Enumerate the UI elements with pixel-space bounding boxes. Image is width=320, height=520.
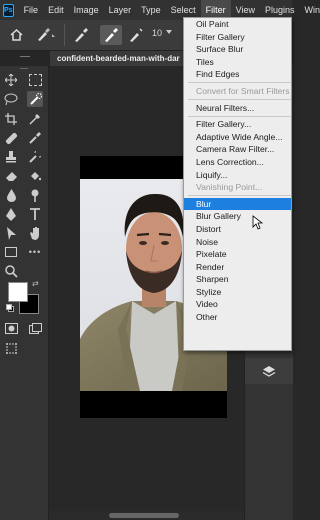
filter-menu-item-convert-for-smart-filters: Convert for Smart Filters — [196, 85, 290, 96]
filter-menu-item-adaptive-wide-angle[interactable]: Adaptive Wide Angle... — [184, 131, 291, 144]
collapse-icon[interactable] — [20, 56, 30, 57]
filter-menu-item-vanishing-point: Vanishing Point... — [196, 182, 263, 193]
paint-bucket-tool-icon[interactable] — [27, 168, 43, 184]
more-tools-icon[interactable]: ••• — [27, 244, 43, 260]
type-tool-icon[interactable] — [27, 206, 43, 222]
filter-menu-item-lens-correction[interactable]: Lens Correction... — [184, 156, 291, 169]
path-selection-tool-icon[interactable] — [3, 225, 19, 241]
foreground-color-swatch[interactable] — [8, 282, 28, 302]
filter-menu-item-distort[interactable]: Distort — [184, 223, 291, 236]
hand-tool-icon[interactable] — [27, 225, 43, 241]
menu-separator — [188, 99, 291, 101]
pen-tool-icon[interactable] — [3, 206, 19, 222]
tools-panel: ••• ⇄ — [0, 66, 49, 520]
default-colors-icon[interactable] — [6, 304, 14, 312]
mouse-cursor-icon — [252, 215, 263, 230]
chevron-down-icon[interactable] — [166, 30, 172, 34]
filter-menu-item-camera-raw-filter[interactable]: Camera Raw Filter... — [184, 143, 291, 156]
panel-grip-icon — [20, 68, 28, 69]
filter-menu-item-oil-paint[interactable]: Oil Paint — [184, 18, 291, 31]
filter-menu-item-surface-blur[interactable]: Surface Blur — [184, 43, 291, 56]
screen-mode-icon[interactable] — [27, 320, 43, 336]
menu-separator — [188, 115, 291, 117]
filter-menu-item-neural-filters[interactable]: Neural Filters... — [184, 102, 291, 115]
marquee-tool-icon[interactable] — [27, 72, 43, 88]
filter-menu-item-tiles[interactable]: Tiles — [184, 56, 291, 69]
filter-menu-item-blur[interactable]: Blur — [184, 197, 291, 211]
filter-menu-item-liquify[interactable]: Liquify... — [184, 169, 291, 182]
brush-preset-icon[interactable] — [35, 25, 59, 45]
brush-size-value[interactable]: 10 — [150, 23, 164, 43]
brush-tool-icon[interactable] — [27, 130, 43, 146]
filter-menu-item-other[interactable]: Other — [184, 311, 291, 324]
move-tool-icon[interactable] — [3, 72, 19, 88]
menu-separator — [188, 82, 291, 84]
brush-mode-icon[interactable] — [72, 25, 90, 45]
frame-tool-icon[interactable] — [3, 340, 19, 356]
filter-menu-item-filter-gallery[interactable]: Filter Gallery... — [184, 118, 291, 131]
filter-menu-dropdown: Oil Paint Filter Gallery Surface Blur Tiles… — [183, 17, 292, 351]
crop-tool-icon[interactable] — [3, 111, 19, 127]
menu-win[interactable]: Win — [300, 0, 320, 20]
filter-menu-item-blur-gallery[interactable]: Blur Gallery — [184, 210, 291, 223]
clone-stamp-tool-icon[interactable] — [3, 149, 19, 165]
horizontal-scrollbar[interactable] — [49, 511, 244, 520]
eyedropper-tool-icon[interactable] — [27, 111, 43, 127]
filter-menu-item-render[interactable]: Render — [184, 261, 291, 274]
filter-menu-item-find-edges[interactable]: Find Edges — [184, 68, 291, 81]
eraser-tool-icon[interactable] — [3, 168, 19, 184]
layers-panel-icon[interactable] — [245, 358, 293, 384]
filter-menu-item-pixelate[interactable]: Pixelate — [184, 248, 291, 261]
zoom-tool-icon[interactable] — [3, 263, 19, 279]
swap-colors-icon[interactable]: ⇄ — [32, 279, 39, 288]
dodge-tool-icon[interactable] — [27, 187, 43, 203]
menu-image[interactable]: Image — [69, 0, 104, 20]
brush-tool-mode-icon[interactable] — [100, 25, 122, 45]
quick-mask-icon[interactable] — [3, 320, 19, 336]
blur-tool-icon[interactable] — [3, 187, 19, 203]
menu-layer[interactable]: Layer — [104, 0, 137, 20]
menu-separator — [188, 195, 291, 197]
document-tab[interactable]: confident-bearded-man-with-dar — [50, 51, 190, 66]
photoshop-logo: Ps — [3, 3, 14, 17]
home-icon[interactable] — [6, 25, 26, 45]
eraser-mode-icon[interactable] — [125, 25, 147, 45]
filter-menu-item-video[interactable]: Video — [184, 298, 291, 311]
menu-type[interactable]: Type — [136, 0, 166, 20]
menu-file[interactable]: File — [19, 0, 44, 20]
spot-healing-tool-icon[interactable] — [3, 130, 19, 146]
quick-selection-tool-icon[interactable] — [27, 91, 43, 107]
filter-menu-item-filter-gallery[interactable]: Filter Gallery — [184, 31, 291, 44]
history-brush-tool-icon[interactable] — [27, 149, 43, 165]
menu-edit[interactable]: Edit — [43, 0, 69, 20]
lasso-tool-icon[interactable] — [3, 91, 19, 107]
options-divider — [64, 24, 65, 46]
document-tab-title: confident-bearded-man-with-dar — [57, 54, 180, 63]
filter-menu-item-stylize[interactable]: Stylize — [184, 286, 291, 299]
scrollbar-thumb[interactable] — [109, 513, 179, 518]
filter-menu-item-noise[interactable]: Noise — [184, 236, 291, 249]
rectangle-tool-icon[interactable] — [3, 244, 19, 260]
filter-menu-item-sharpen[interactable]: Sharpen — [184, 273, 291, 286]
